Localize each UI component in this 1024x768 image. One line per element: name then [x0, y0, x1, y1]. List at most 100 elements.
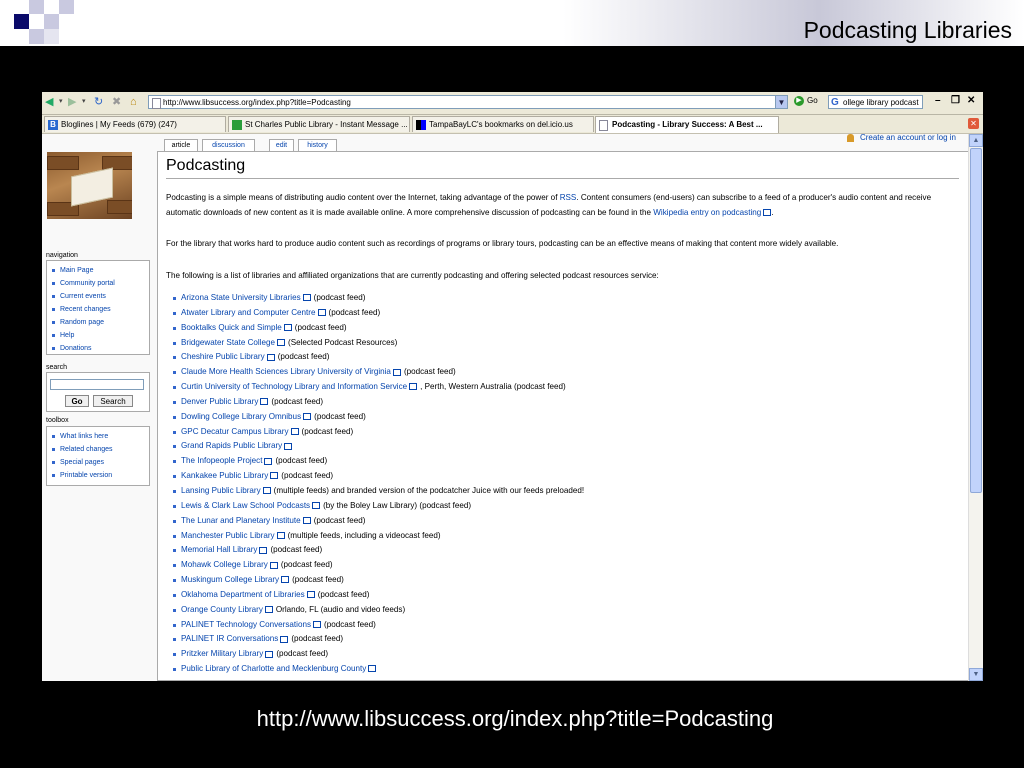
toolbox-special-pages[interactable]: Special pages [51, 456, 149, 469]
url-text: http://www.libsuccess.org/index.php?titl… [163, 98, 351, 107]
library-note: (podcast feed) [328, 307, 381, 317]
library-list-item: Bridgewater State College (Selected Podca… [171, 336, 584, 351]
second-paragraph: For the library that works hard to produ… [166, 239, 839, 248]
nav-recent-changes[interactable]: Recent changes [51, 303, 149, 316]
go-button[interactable]: ▶ Go [794, 96, 818, 106]
tab-delicious[interactable]: TampaBayLC's bookmarks on del.icio.us [412, 116, 594, 132]
library-link[interactable]: Oklahoma Department of Libraries [181, 590, 305, 599]
library-link[interactable]: Lansing Public Library [181, 486, 261, 495]
library-link[interactable]: Bridgewater State College [181, 338, 275, 347]
restore-icon[interactable]: ❐ [951, 95, 960, 106]
library-link[interactable]: Booktalks Quick and Simple [181, 323, 282, 332]
library-link[interactable]: Atwater Library and Computer Centre [181, 308, 316, 317]
library-link[interactable]: Cheshire Public Library [181, 352, 265, 361]
library-list-item: Dowling College Library Omnibus (podcast … [171, 410, 584, 425]
library-link[interactable]: Memorial Hall Library [181, 545, 257, 554]
scroll-down-icon[interactable]: ▼ [969, 668, 983, 681]
nav-random-page[interactable]: Random page [51, 316, 149, 329]
vertical-scrollbar[interactable]: ▲ ▼ [968, 134, 983, 681]
library-note: (by the Boley Law Library) (podcast feed… [323, 500, 472, 510]
nav-donations[interactable]: Donations [51, 342, 149, 355]
minimize-icon[interactable]: – [935, 95, 941, 106]
library-link[interactable]: Orange County Library [181, 605, 263, 614]
library-list: Arizona State University Libraries (podca… [171, 291, 584, 677]
wiki-go-button[interactable]: Go [65, 395, 89, 407]
tab-bloglines[interactable]: B Bloglines | My Feeds (679) (247) [44, 116, 226, 132]
back-dropdown-icon[interactable]: ▾ [59, 96, 63, 108]
library-link[interactable]: Dowling College Library Omnibus [181, 412, 301, 421]
library-link[interactable]: PALINET Technology Conversations [181, 620, 311, 629]
library-list-item: PALINET Technology Conversations (podcast… [171, 618, 584, 633]
library-list-item: PALINET IR Conversations (podcast feed) [171, 632, 584, 647]
library-note: (podcast feed) [403, 367, 456, 377]
library-list-item: Public Library of Charlotte and Mecklenb… [171, 662, 584, 677]
site-logo[interactable] [47, 152, 132, 219]
library-note: (multiple feeds, including a videocast f… [287, 530, 441, 540]
bloglines-icon: B [48, 120, 58, 130]
toolbox-what-links-here[interactable]: What links here [51, 430, 149, 443]
library-link[interactable]: The Infopeople Project [181, 456, 262, 465]
library-link[interactable]: PALINET IR Conversations [181, 634, 278, 643]
nav-current-events[interactable]: Current events [51, 290, 149, 303]
account-link[interactable]: Create an account or log in [846, 134, 956, 142]
wiki-sidebar: navigation Main Page Community portal Cu… [42, 134, 154, 681]
decorative-square [59, 0, 74, 14]
go-label: Go [807, 96, 818, 106]
close-tab-icon[interactable]: ✕ [968, 118, 979, 129]
refresh-icon[interactable]: ↻ [94, 96, 103, 108]
library-link[interactable]: Mohawk College Library [181, 560, 268, 569]
library-link[interactable]: Lewis & Clark Law School Podcasts [181, 501, 310, 510]
back-icon[interactable]: ◀ [45, 96, 53, 108]
library-list-item: Muskingum College Library (podcast feed) [171, 573, 584, 588]
home-icon[interactable]: ⌂ [130, 96, 137, 108]
tab-podcasting[interactable]: Podcasting - Library Success: A Best ... [595, 116, 779, 133]
external-link-icon [264, 457, 273, 465]
library-link[interactable]: Public Library of Charlotte and Mecklenb… [181, 664, 366, 673]
nav-help[interactable]: Help [51, 329, 149, 342]
library-link[interactable]: Pritzker Military Library [181, 649, 263, 658]
delicious-icon [416, 120, 426, 130]
library-link[interactable]: Claude More Health Sciences Library Univ… [181, 367, 391, 376]
library-link[interactable]: Kankakee Public Library [181, 471, 268, 480]
wikipedia-link[interactable]: Wikipedia entry on podcasting [653, 208, 761, 217]
library-list-item: Atwater Library and Computer Centre (podc… [171, 306, 584, 321]
library-note: (podcast feed) [281, 471, 334, 481]
library-link[interactable]: The Lunar and Planetary Institute [181, 516, 301, 525]
toolbox-printable-version[interactable]: Printable version [51, 469, 149, 482]
rss-link[interactable]: RSS [560, 193, 577, 202]
nav-main-page[interactable]: Main Page [51, 264, 149, 277]
library-link[interactable]: Manchester Public Library [181, 531, 275, 540]
account-link-label: Create an account or log in [859, 134, 956, 142]
search-heading: search [46, 364, 68, 371]
forward-dropdown-icon[interactable]: ▾ [82, 96, 86, 108]
external-link-icon [284, 442, 293, 450]
stop-icon[interactable]: ✖ [112, 96, 121, 108]
scroll-up-icon[interactable]: ▲ [969, 134, 983, 147]
library-link[interactable]: Grand Rapids Public Library [181, 441, 282, 450]
url-dropdown-button[interactable]: ▼ [775, 95, 788, 109]
url-field[interactable]: http://www.libsuccess.org/index.php?titl… [148, 95, 784, 109]
library-link[interactable]: Muskingum College Library [181, 575, 279, 584]
library-link[interactable]: Curtin University of Technology Library … [181, 382, 407, 391]
tab-st-charles[interactable]: St Charles Public Library - Instant Mess… [228, 116, 410, 132]
library-list-item: GPC Decatur Campus Library (podcast feed) [171, 425, 584, 440]
library-note: (podcast feed) [313, 293, 366, 302]
close-window-icon[interactable]: ✕ [967, 95, 975, 106]
library-list-item: The Infopeople Project (podcast feed) [171, 454, 584, 469]
forward-icon[interactable]: ▶ [68, 96, 76, 108]
page-icon [152, 98, 161, 109]
library-list-item: Manchester Public Library (multiple feeds… [171, 529, 584, 544]
external-link-icon [259, 546, 268, 554]
external-link-icon [283, 324, 292, 332]
user-icon [846, 134, 854, 142]
search-field[interactable]: G ollege library podcast [828, 95, 923, 109]
toolbox-heading: toolbox [46, 417, 69, 424]
scroll-thumb[interactable] [970, 148, 982, 493]
library-link[interactable]: Denver Public Library [181, 397, 258, 406]
toolbox-related-changes[interactable]: Related changes [51, 443, 149, 456]
wiki-search-button[interactable]: Search [93, 395, 133, 407]
wiki-search-input[interactable] [50, 379, 144, 390]
nav-community-portal[interactable]: Community portal [51, 277, 149, 290]
library-link[interactable]: Arizona State University Libraries [181, 293, 301, 302]
library-link[interactable]: GPC Decatur Campus Library [181, 427, 289, 436]
